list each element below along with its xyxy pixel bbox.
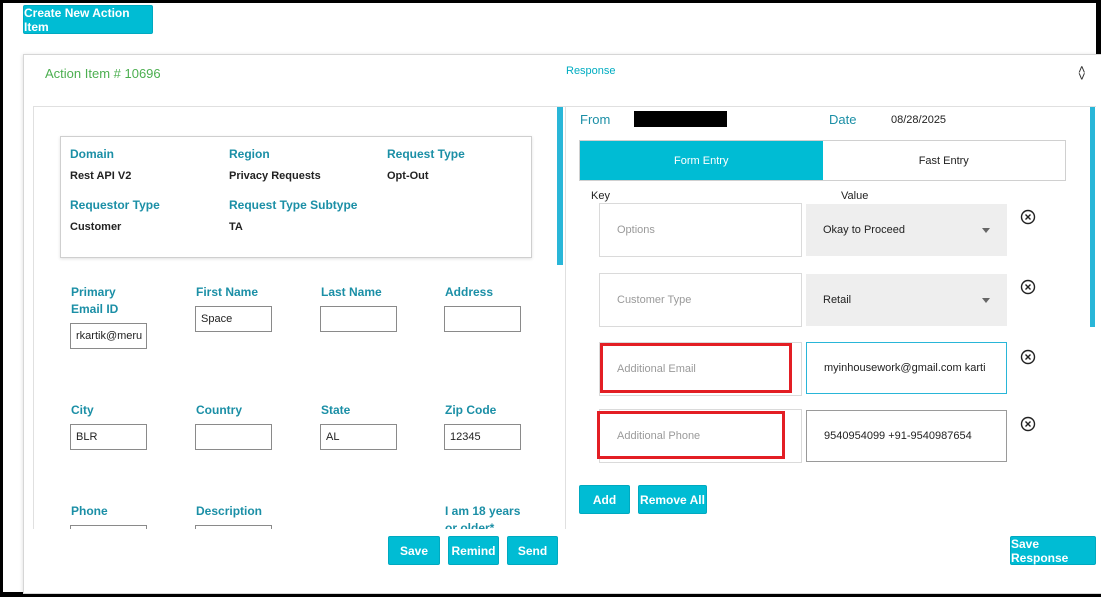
phone-label: Phone (71, 504, 108, 518)
redacted-from-value (634, 111, 727, 127)
zip-code-field[interactable]: 12345 (444, 424, 521, 450)
first-name-label: First Name (196, 285, 259, 299)
left-panel-clip: Phone Description I am 18 years or older… (34, 495, 556, 529)
remove-row-icon[interactable] (1020, 416, 1036, 432)
action-item-title: Action Item # 10696 (45, 66, 161, 81)
address-field[interactable] (444, 306, 521, 332)
send-button[interactable]: Send (507, 536, 558, 565)
date-label: Date (829, 112, 857, 127)
remove-row-icon[interactable] (1020, 349, 1036, 365)
state-field[interactable]: AL (320, 424, 397, 450)
dropdown-caret-icon (982, 298, 990, 303)
state-label: State (321, 403, 351, 417)
description-label: Description (196, 504, 263, 518)
domain-label: Domain (70, 147, 115, 161)
requestor-type-label: Requestor Type (70, 198, 160, 212)
remind-button[interactable]: Remind (448, 536, 499, 565)
requestor-type-value: Customer (70, 221, 122, 233)
key-field-options[interactable]: Options (599, 203, 802, 257)
value-select-text: Okay to Proceed (823, 224, 905, 236)
key-column-header: Key (591, 190, 610, 202)
value-column-header: Value (841, 190, 869, 202)
region-label: Region (229, 147, 270, 161)
right-scrollbar[interactable] (1090, 107, 1095, 327)
value-field-additional-email[interactable]: myinhousework@gmail.com karti (806, 342, 1007, 394)
city-field[interactable]: BLR (70, 424, 147, 450)
create-action-item-button[interactable]: Create New Action Item (23, 5, 153, 34)
primary-email-label: Primary Email ID (71, 285, 119, 316)
last-name-field[interactable] (320, 306, 397, 332)
tab-fast-entry[interactable]: Fast Entry (823, 141, 1066, 180)
age-confirmation-label: I am 18 years or older* (445, 504, 521, 529)
domain-value: Rest API V2 (70, 170, 132, 182)
remove-row-icon[interactable] (1020, 279, 1036, 295)
request-type-value: Opt-Out (387, 170, 429, 182)
value-field-additional-phone[interactable]: 9540954099 +91-9540987654 (806, 410, 1007, 462)
first-name-field[interactable]: Space (195, 306, 272, 332)
save-response-button[interactable]: Save Response (1010, 536, 1096, 565)
left-scrollbar[interactable] (557, 107, 563, 265)
country-label: Country (196, 403, 242, 417)
region-value: Privacy Requests (229, 170, 321, 182)
address-label: Address (445, 285, 494, 299)
request-type-label: Request Type (387, 147, 465, 161)
add-row-button[interactable]: Add (579, 485, 630, 514)
primary-email-field[interactable]: rkartik@meru (70, 323, 147, 349)
country-field[interactable] (195, 424, 272, 450)
description-field[interactable] (195, 525, 272, 529)
dropdown-caret-icon (982, 228, 990, 233)
value-select-customer-type[interactable]: Retail (806, 274, 1007, 326)
key-field-additional-phone[interactable]: Additional Phone (599, 409, 802, 463)
city-label: City (71, 403, 94, 417)
value-select-text: Retail (823, 294, 852, 306)
request-subtype-value: TA (229, 221, 243, 233)
entry-mode-tabs: Form Entry Fast Entry (579, 140, 1066, 181)
from-label: From (580, 112, 611, 127)
phone-field[interactable] (70, 525, 147, 529)
collapse-icon[interactable]: ˄ ˅ (1078, 63, 1086, 83)
remove-row-icon[interactable] (1020, 209, 1036, 225)
request-subtype-label: Request Type Subtype (229, 198, 358, 212)
save-button[interactable]: Save (388, 536, 440, 565)
value-select-options[interactable]: Okay to Proceed (806, 204, 1007, 256)
last-name-label: Last Name (321, 285, 382, 299)
zip-code-label: Zip Code (445, 403, 497, 417)
remove-all-button[interactable]: Remove All (638, 485, 707, 514)
date-value: 08/28/2025 (891, 114, 947, 126)
key-field-customer-type[interactable]: Customer Type (599, 273, 802, 327)
tab-form-entry[interactable]: Form Entry (580, 141, 823, 180)
key-field-additional-email[interactable]: Additional Email (599, 342, 802, 396)
response-link[interactable]: Response (566, 65, 616, 77)
